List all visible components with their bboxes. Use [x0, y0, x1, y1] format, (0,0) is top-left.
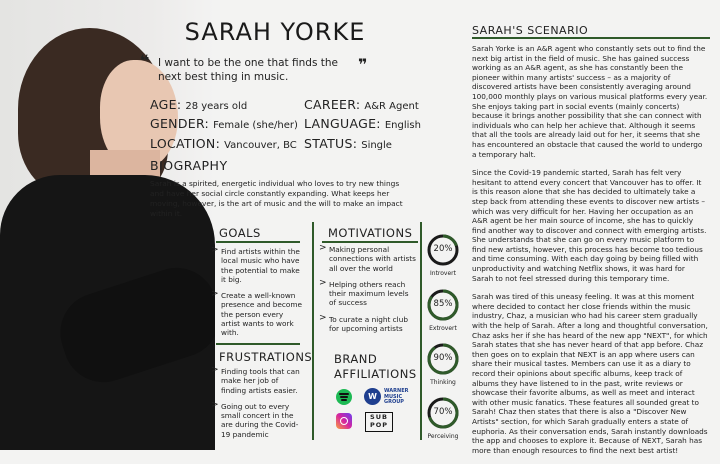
trait-gauge: 70%: [426, 396, 460, 430]
trait-label: Introvert: [430, 270, 456, 277]
goals-title: GOALS: [219, 226, 261, 240]
motivations-rule: [322, 241, 418, 243]
open-quote-icon: ❝: [140, 51, 150, 70]
persona-quote: ❝ I want to be the one that finds the ne…: [140, 51, 370, 84]
status-field: STATUS: Single: [304, 136, 392, 151]
frustrations-title: FRUSTRATIONS: [219, 350, 313, 364]
scenario-paragraph: Since the Covid-19 pandemic started, Sar…: [472, 168, 707, 283]
trait-percent: 70%: [433, 407, 453, 417]
arrow-icon: >: [319, 312, 327, 323]
career-field: CAREER: A&R Agent: [304, 97, 419, 112]
arrow-icon: >: [319, 243, 327, 253]
list-item: > Making personal connections with artist…: [319, 243, 416, 273]
scenario-rule: [472, 37, 710, 39]
arrow-icon: >: [211, 289, 219, 300]
biography-title: BIOGRAPHY: [150, 158, 228, 173]
brand-affiliations-title: BRAND AFFILIATIONS: [334, 352, 417, 381]
motivations-list: > Making personal connections with artist…: [319, 243, 417, 340]
list-item: > Finding tools that can make her job of …: [211, 365, 300, 395]
list-item: > Create a well-known presence and become…: [211, 289, 302, 338]
arrow-icon: >: [211, 365, 219, 375]
age-field: AGE: 28 years old: [150, 97, 248, 112]
trait-gauge: 85%: [426, 288, 460, 322]
trait-label: Perceiving: [427, 433, 459, 440]
spotify-icon: [336, 389, 352, 405]
trait-gauge: 20%: [426, 233, 460, 267]
language-field: LANGUAGE: English: [304, 116, 421, 131]
frustrations-rule: [216, 343, 300, 345]
quote-text: I want to be the one that finds the next…: [158, 57, 338, 83]
arrow-icon: >: [319, 277, 327, 288]
trait-label: Thinking: [430, 379, 456, 386]
trait-label: Extrovert: [429, 325, 457, 332]
list-item: > To curate a night club for upcoming art…: [319, 312, 408, 334]
trait-gauge: 90%: [426, 342, 460, 376]
trait-percent: 20%: [433, 244, 453, 254]
instagram-icon: [336, 413, 352, 429]
list-item: > Helping others reach their maximum leve…: [319, 277, 409, 308]
list-item: > Going out to every small concert in the…: [211, 399, 299, 439]
biography-text: Sarah is a spirited, energetic individua…: [150, 179, 403, 218]
goals-list: > Find artists within the local music who…: [211, 245, 303, 345]
scenario-paragraph: Sarah was tired of this uneasy feeling. …: [472, 292, 708, 455]
location-field: LOCATION: Vancouver, BC: [150, 136, 297, 151]
motivations-title: MOTIVATIONS: [328, 226, 413, 240]
scenario-title: SARAH'S SCENARIO: [472, 24, 589, 37]
trait-percent: 90%: [433, 353, 453, 363]
column-divider: [312, 222, 314, 440]
close-quote-icon: ❞: [358, 55, 368, 74]
scenario-paragraph: Sarah Yorke is an A&R agent who constant…: [472, 44, 708, 159]
sub-pop-icon: SUB POP: [365, 412, 393, 432]
arrow-icon: >: [211, 399, 219, 410]
trait-percent: 85%: [433, 299, 453, 309]
scenario-text: Sarah Yorke is an A&R agent who constant…: [472, 44, 708, 464]
gender-field: GENDER: Female (she/her): [150, 116, 298, 131]
frustrations-list: > Finding tools that can make her job of …: [211, 365, 303, 446]
persona-name: SARAH YORKE: [184, 18, 366, 46]
goals-rule: [216, 241, 300, 243]
list-item: > Find artists within the local music who…: [211, 245, 300, 284]
arrow-icon: >: [211, 245, 219, 255]
